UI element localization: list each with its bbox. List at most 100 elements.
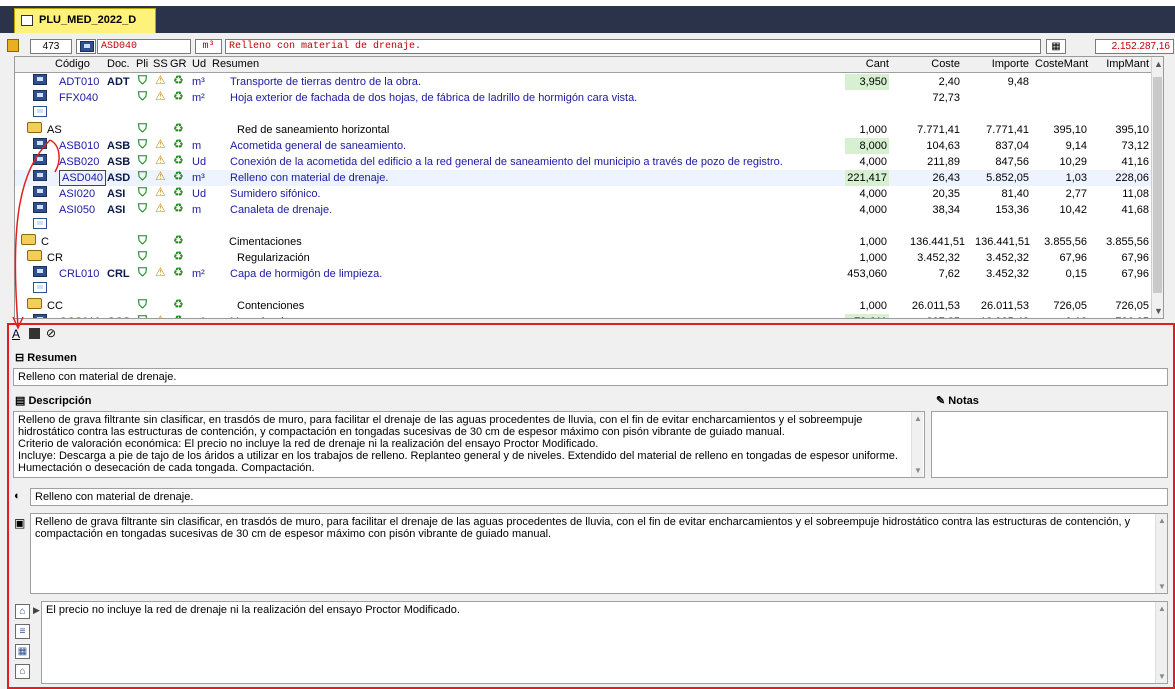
summary-field[interactable]: Relleno con material de drenaje.	[225, 39, 1041, 54]
table-row[interactable]: CR ⛉ ♻ Regularización 1,000 3.452,32 3.452,32 6…	[15, 250, 1152, 266]
table-row[interactable]: ASB020 ASB ⛉ ⚠ ♻ Ud Conexión de la acometida d…	[15, 154, 1152, 170]
col-ss[interactable]: SS	[153, 57, 168, 72]
row-code[interactable]: CCS010	[59, 314, 101, 318]
notas-field[interactable]	[931, 411, 1168, 478]
row-cant[interactable]: 4,000	[845, 186, 889, 202]
row-code[interactable]: ASD040	[59, 170, 106, 186]
row-cant[interactable]: 453,060	[845, 266, 889, 282]
unit-price-icon[interactable]	[33, 266, 47, 277]
table-row[interactable]: ASI020 ASI ⛉ ⚠ ♻ Ud Sumidero sifónico. 4,000 20,…	[15, 186, 1152, 202]
unit-field[interactable]: m³	[195, 39, 222, 54]
row-cant[interactable]: 1,000	[845, 298, 889, 314]
row-cant[interactable]: 1,000	[845, 122, 889, 138]
row-code[interactable]: C	[41, 234, 49, 250]
descripcion-scrollbar[interactable]: ▲ ▼	[911, 412, 923, 477]
unit-price-icon[interactable]	[33, 90, 47, 101]
col-coste[interactable]: Coste	[910, 57, 960, 72]
new-item-icon[interactable]	[33, 106, 47, 117]
long-text-field[interactable]: Relleno de grava filtrante sin clasifica…	[30, 513, 1168, 594]
table-row[interactable]	[15, 106, 1152, 122]
row-summary[interactable]: Red de saneamiento horizontal	[237, 122, 389, 138]
table-row[interactable]: ASD040 ASD ⛉ ⚠ ♻ m³ Relleno con material de dr…	[15, 170, 1152, 186]
unit-price-icon[interactable]	[33, 138, 47, 149]
calculator-icon[interactable]: ▦	[1046, 39, 1066, 54]
col-gr[interactable]: GR	[170, 57, 187, 72]
row-summary[interactable]: Acometida general de saneamiento.	[230, 138, 406, 154]
new-item-icon[interactable]	[33, 282, 47, 293]
image-icon[interactable]	[29, 328, 40, 339]
folder-icon[interactable]	[27, 250, 42, 261]
list-icon[interactable]: ≡	[15, 624, 30, 639]
table-row[interactable]: C ⛉ ♻ Cimentaciones 1,000 136.441,51 136.441,5…	[15, 234, 1152, 250]
row-cant[interactable]: 4,000	[845, 202, 889, 218]
unit-type-icon[interactable]	[76, 39, 96, 54]
row-code[interactable]: ASB010	[59, 138, 99, 154]
row-code[interactable]: FFX040	[59, 90, 98, 106]
row-code[interactable]: CC	[47, 298, 63, 314]
row-code[interactable]: CR	[47, 250, 63, 266]
unit-price-icon[interactable]	[33, 74, 47, 85]
grid-scrollbar[interactable]: ▲ ▼	[1151, 57, 1163, 318]
expand-arrow-icon[interactable]: ▶	[33, 605, 40, 616]
col-impmant[interactable]: ImpMant	[1095, 57, 1149, 72]
table-row[interactable]: CC ⛉ ♻ Contenciones 1,000 26.011,53 26.011,53 7…	[15, 298, 1152, 314]
resumen-field[interactable]: Relleno con material de drenaje.	[13, 368, 1168, 386]
table-row[interactable]	[15, 218, 1152, 234]
row-summary[interactable]: Relleno con material de drenaje.	[230, 170, 388, 186]
sheet-icon[interactable]: ▦	[15, 644, 30, 659]
attachment-icon[interactable]: ⊘	[46, 326, 56, 340]
unit-price-icon[interactable]	[33, 170, 47, 181]
text-format-icon[interactable]: A	[12, 327, 20, 341]
col-cant[interactable]: Cant	[845, 57, 889, 72]
folder-icon[interactable]	[21, 234, 36, 245]
table-row[interactable]: AS ⛉ ♻ Red de saneamiento horizontal 1,000 7.…	[15, 122, 1152, 138]
row-summary[interactable]: Contenciones	[237, 298, 304, 314]
row-summary[interactable]: Capa de hormigón de limpieza.	[230, 266, 382, 282]
row-cant[interactable]: 8,000	[845, 138, 889, 154]
row-summary[interactable]: Sumidero sifónico.	[230, 186, 321, 202]
row-summary[interactable]: Canaleta de drenaje.	[230, 202, 332, 218]
table-row[interactable]: FFX040 ⛉ ⚠ ♻ m² Hoja exterior de fachada de d…	[15, 90, 1152, 106]
col-pli[interactable]: Pli	[136, 57, 148, 72]
col-resumen[interactable]: Resumen	[212, 57, 259, 72]
table-row[interactable]: CRL010 CRL ⛉ ⚠ ♻ m² Capa de hormigón de limpie…	[15, 266, 1152, 282]
table-row[interactable]: ADT010 ADT ⛉ ⚠ ♻ m³ Transporte de tierras dent…	[15, 74, 1152, 90]
descripcion-field[interactable]: Relleno de grava filtrante sin clasifica…	[13, 411, 925, 478]
col-codigo[interactable]: Código	[55, 57, 90, 72]
unit-price-icon[interactable]	[33, 186, 47, 197]
unit-price-icon[interactable]	[33, 202, 47, 213]
row-code[interactable]: CRL010	[59, 266, 99, 282]
code-field[interactable]: ASD040	[97, 39, 191, 54]
row-summary[interactable]: Regularización	[237, 250, 310, 266]
table-row[interactable]: ASB010 ASB ⛉ ⚠ ♻ m Acometida general de saneam…	[15, 138, 1152, 154]
row-cant[interactable]: 79,611	[845, 314, 889, 318]
row-summary[interactable]: Hoja exterior de fachada de dos hojas, d…	[230, 90, 637, 106]
grid-scroll-thumb[interactable]	[1153, 77, 1162, 293]
row-code[interactable]: ASB020	[59, 154, 99, 170]
row-summary[interactable]: Cimentaciones	[229, 234, 302, 250]
row-summary[interactable]: Muro de sótano.	[230, 314, 310, 318]
row-cant[interactable]: 221,417	[845, 170, 889, 186]
folder-icon[interactable]	[27, 298, 42, 309]
budget-grid[interactable]: Código Doc. Pli SS GR Ud Resumen Cant Co…	[14, 56, 1164, 319]
row-cant[interactable]: 4,000	[845, 154, 889, 170]
row-code[interactable]: AS	[47, 122, 62, 138]
col-costemant[interactable]: CosteMant	[1035, 57, 1088, 72]
unit-price-icon[interactable]	[33, 154, 47, 165]
row-code[interactable]: ADT010	[59, 74, 99, 90]
row-cant[interactable]: 1,000	[845, 250, 889, 266]
long-text-scrollbar[interactable]: ▲ ▼	[1155, 514, 1167, 593]
col-ud[interactable]: Ud	[192, 57, 206, 72]
table-row[interactable]: CCS010 CCS ⛉ ⚠ ♻ m³ Muro de sótano. 79,611 237,8…	[15, 314, 1152, 318]
row-summary[interactable]: Conexión de la acometida del edificio a …	[230, 154, 783, 170]
criteria-icon[interactable]: ⌂	[15, 604, 30, 619]
home-icon[interactable]: ⌂	[15, 664, 30, 679]
short-text-field[interactable]: Relleno con material de drenaje.	[30, 488, 1168, 506]
col-importe[interactable]: Importe	[975, 57, 1029, 72]
unit-price-icon[interactable]	[33, 314, 47, 318]
new-item-icon[interactable]	[33, 218, 47, 229]
row-cant[interactable]: 1,000	[845, 234, 889, 250]
row-code[interactable]: ASI020	[59, 186, 95, 202]
criteria-scrollbar[interactable]: ▲ ▼	[1155, 602, 1167, 683]
table-row[interactable]: ASI050 ASI ⛉ ⚠ ♻ m Canaleta de drenaje. 4,000 38…	[15, 202, 1152, 218]
